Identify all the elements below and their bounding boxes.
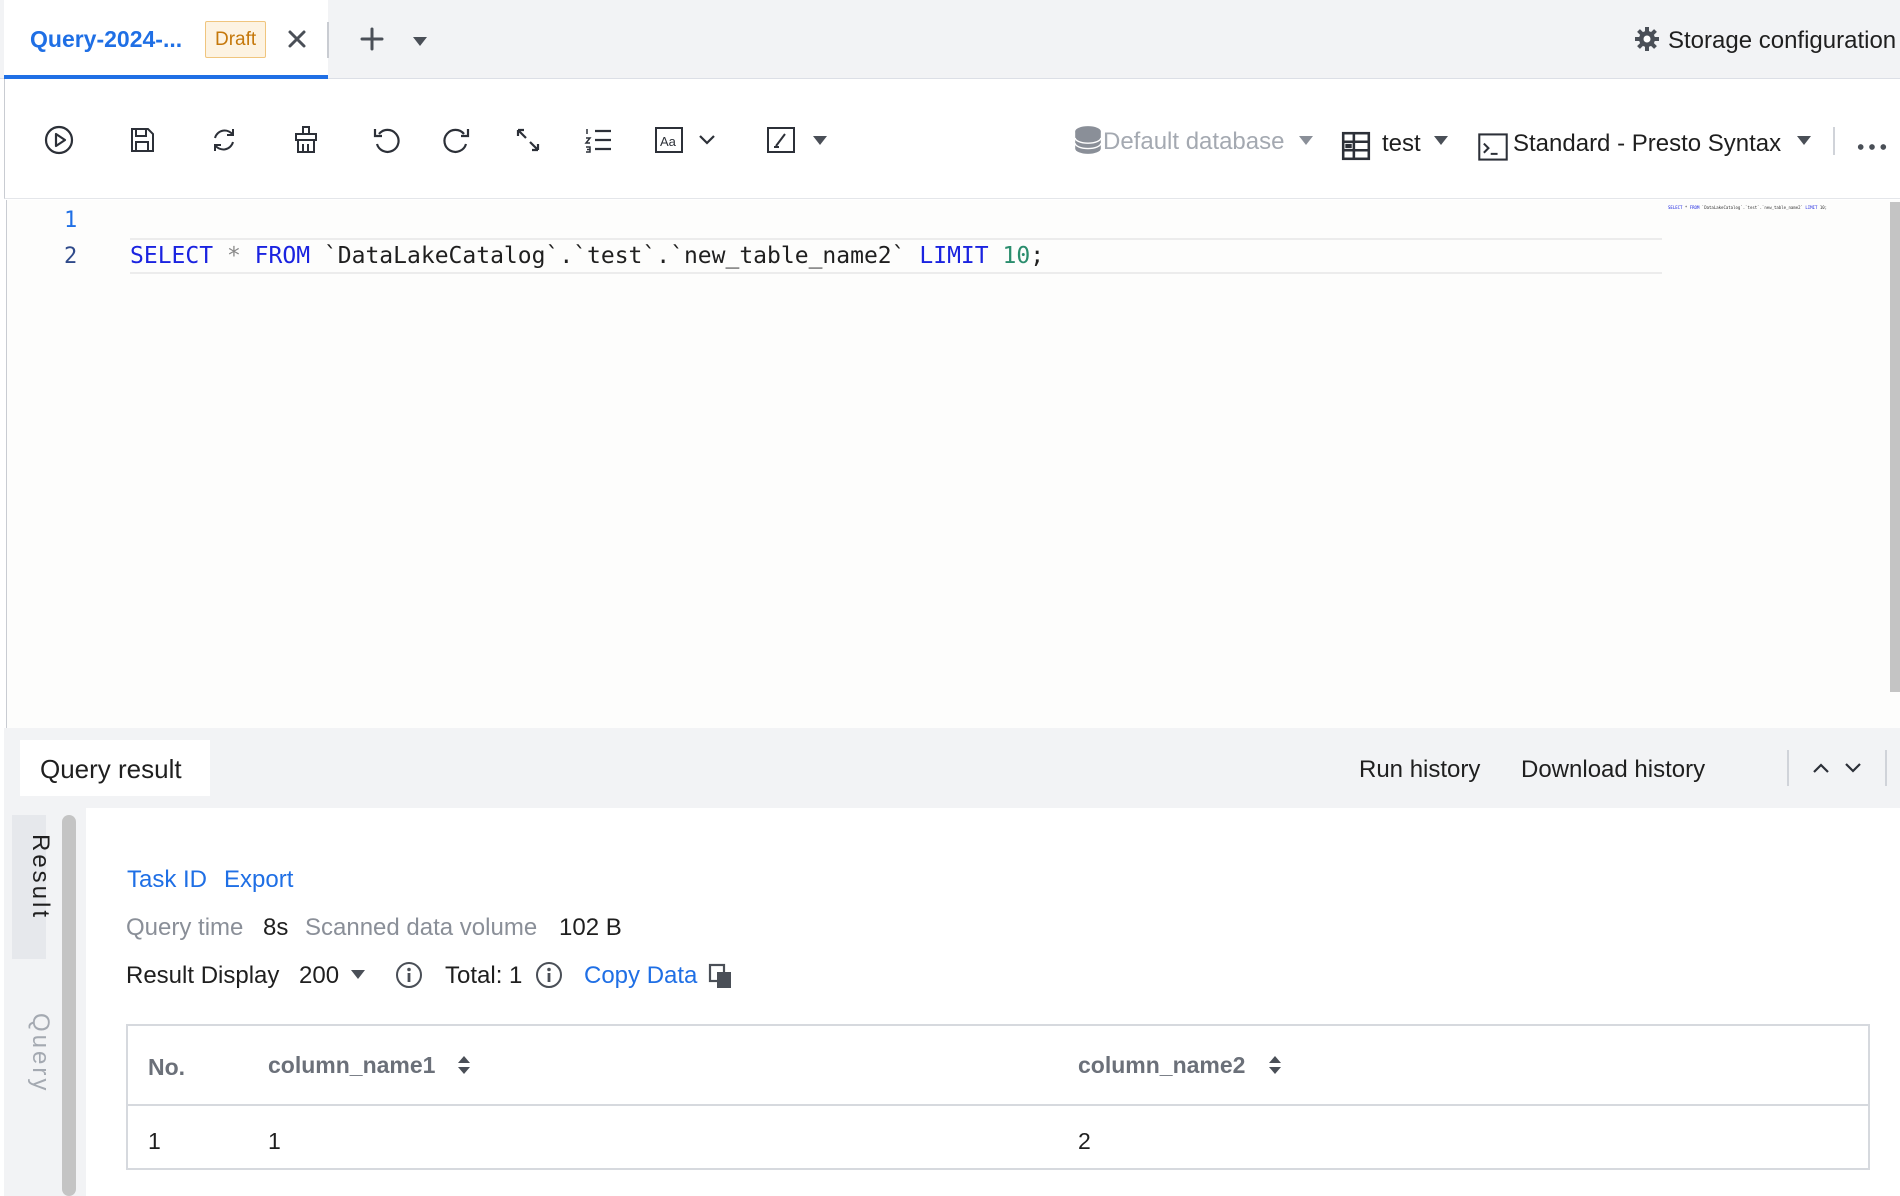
- operator-star: *: [226, 243, 241, 269]
- toolbar-divider: [1833, 127, 1835, 155]
- info-icon[interactable]: [535, 961, 563, 989]
- sort-icon[interactable]: [456, 1053, 472, 1077]
- limit-number: 10: [1002, 243, 1031, 269]
- query-time-value: 8s: [263, 914, 289, 941]
- database-caret-icon[interactable]: [1296, 133, 1316, 147]
- rail-tab-query-label[interactable]: Query: [26, 1013, 54, 1093]
- database-icon: [1072, 124, 1102, 154]
- caret-down-icon[interactable]: [349, 967, 367, 981]
- table-cell-no: 1: [148, 1128, 161, 1154]
- total-count: Total: 1: [445, 962, 523, 989]
- chevron-down-icon[interactable]: [1843, 760, 1863, 776]
- scanned-volume-label: Scanned data volume: [305, 914, 538, 941]
- syntax-caret-icon[interactable]: [1794, 133, 1814, 147]
- more-icon[interactable]: [1856, 131, 1890, 153]
- tab-query-result-label[interactable]: Query result: [40, 754, 182, 785]
- result-display-select[interactable]: 200: [299, 962, 339, 990]
- column-header-column-name2[interactable]: column_name2: [1078, 1052, 1245, 1079]
- table-icon: [1340, 130, 1371, 161]
- tab-run-history[interactable]: Run history: [1359, 756, 1480, 784]
- tab-download-history[interactable]: Download history: [1521, 756, 1705, 784]
- redo-icon[interactable]: [441, 124, 473, 156]
- undo-icon[interactable]: [370, 124, 402, 156]
- statement-terminator: ;: [1030, 243, 1045, 269]
- table-caret-icon[interactable]: [1431, 133, 1451, 147]
- clear-icon[interactable]: [290, 124, 322, 156]
- code-snippet-icon[interactable]: [765, 124, 797, 156]
- caret-down-icon[interactable]: [810, 133, 830, 147]
- line-number: 2: [64, 244, 78, 269]
- column-header-no: No.: [148, 1054, 186, 1080]
- chevron-down-icon[interactable]: [697, 133, 717, 147]
- tab-list-caret-icon[interactable]: [410, 34, 430, 48]
- close-icon[interactable]: [284, 26, 310, 52]
- terminal-icon: [1477, 131, 1508, 161]
- save-icon[interactable]: [126, 124, 158, 156]
- sql-workbench: Query-2024-... Draft Storage configurati…: [0, 0, 1900, 1196]
- result-scrollbar[interactable]: [62, 815, 76, 1196]
- sql-code-line[interactable]: SELECT * FROM `DataLakeCatalog`.`test`.`…: [130, 243, 1044, 269]
- copy-data-link[interactable]: Copy Data: [584, 962, 697, 990]
- run-icon[interactable]: [43, 124, 75, 156]
- line-number: 1: [64, 208, 78, 233]
- query-time-label: Query time: [126, 914, 244, 941]
- result-display-label: Result Display: [126, 962, 280, 989]
- syntax-select[interactable]: Standard - Presto Syntax: [1513, 130, 1781, 158]
- header-divider: [1787, 750, 1789, 786]
- keyword-from: FROM: [254, 243, 311, 269]
- tab-title[interactable]: Query-2024-...: [30, 26, 182, 53]
- keyword-select: SELECT: [130, 243, 214, 269]
- add-tab-icon[interactable]: [358, 25, 386, 53]
- sql-editor[interactable]: [6, 200, 1900, 728]
- storage-configuration-button[interactable]: Storage configuration: [1668, 27, 1896, 55]
- table-cell-column-name1: 1: [268, 1128, 281, 1154]
- table-select[interactable]: test: [1382, 130, 1421, 158]
- export-link[interactable]: Export: [224, 866, 293, 894]
- code-minimap[interactable]: SELECT * FROM `DataLakeCatalog`.`test`.`…: [1668, 205, 1827, 210]
- copy-icon[interactable]: [708, 963, 734, 991]
- table-identifier: `DataLakeCatalog`.`test`.`new_table_name…: [323, 243, 906, 269]
- refresh-icon[interactable]: [208, 124, 240, 156]
- svg-text:Aa: Aa: [660, 134, 677, 149]
- keyword-limit: LIMIT: [919, 243, 989, 269]
- header-divider: [1885, 750, 1887, 786]
- rail-tab-result-label[interactable]: Result: [26, 834, 54, 920]
- gear-icon[interactable]: [1634, 26, 1660, 52]
- sort-icon[interactable]: [1267, 1053, 1283, 1077]
- expand-icon[interactable]: [512, 124, 544, 156]
- scanned-volume-value: 102 B: [559, 914, 622, 941]
- table-cell-column-name2: 2: [1078, 1128, 1091, 1154]
- task-id-link[interactable]: Task ID: [127, 866, 207, 894]
- column-header-column-name1[interactable]: column_name1: [268, 1052, 435, 1079]
- default-database-select[interactable]: Default database: [1103, 128, 1284, 156]
- font-size-icon[interactable]: Aa: [653, 124, 685, 156]
- tab-divider: [327, 22, 329, 58]
- info-icon[interactable]: [395, 961, 423, 989]
- editor-scrollbar[interactable]: [1890, 202, 1900, 692]
- format-list-icon[interactable]: [583, 124, 615, 156]
- chevron-up-icon[interactable]: [1811, 760, 1831, 776]
- draft-badge: Draft: [205, 21, 267, 58]
